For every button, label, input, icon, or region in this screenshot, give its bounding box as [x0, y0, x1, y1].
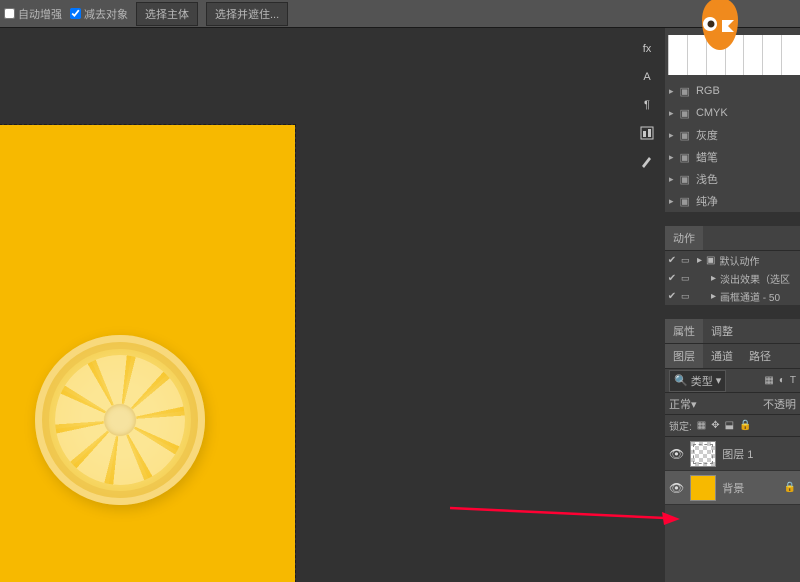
dialog-toggle-icon[interactable]: ▭: [681, 255, 693, 266]
folder-icon: ▣: [680, 195, 690, 208]
swatch-label: 纯净: [696, 193, 718, 209]
lock-position-icon[interactable]: ✥: [711, 420, 719, 431]
document-canvas[interactable]: [0, 125, 295, 582]
swatch-group-rgb[interactable]: ▸ ▣ RGB: [665, 80, 800, 102]
tab-channels[interactable]: 通道: [703, 344, 741, 368]
expand-icon: ▸: [669, 108, 674, 119]
folder-icon: ▣: [706, 255, 715, 266]
swatch-group-pastel[interactable]: ▸ ▣ 蜡笔: [665, 146, 800, 168]
action-label: 画框通道 - 50: [720, 289, 780, 304]
actions-list: ✔ ▭ ▸ ▣ 默认动作 ✔ ▭ ▸ 淡出效果（选区 ✔ ▭ ▸ 画框通道 - 50: [665, 251, 800, 305]
swatch-label: 蜡笔: [696, 149, 718, 165]
app-logo-overlay: [688, 0, 752, 62]
swatch-group-gray[interactable]: ▸ ▣ 灰度: [665, 124, 800, 146]
swatch-label: RGB: [696, 85, 720, 97]
lock-artboard-icon[interactable]: ⬓: [725, 420, 734, 431]
auto-enhance-checkbox[interactable]: 自动增强: [4, 6, 62, 22]
lock-pixels-icon[interactable]: ▦: [697, 420, 706, 431]
lock-all-icon[interactable]: 🔒: [739, 420, 751, 431]
actions-panel-tabs: 动作: [665, 226, 800, 251]
lemon-slice-image: [35, 335, 205, 505]
layer-name: 背景: [722, 480, 744, 496]
swatch-group-light[interactable]: ▸ ▣ 浅色: [665, 168, 800, 190]
swatch-group-cmyk[interactable]: ▸ ▣ CMYK: [665, 102, 800, 124]
filter-type-icon[interactable]: T: [790, 375, 796, 386]
paragraph-panel-icon[interactable]: ¶: [633, 92, 661, 118]
visibility-toggle-icon[interactable]: 👁: [669, 481, 684, 495]
folder-icon: ▣: [680, 107, 690, 120]
info-panel-icon[interactable]: [633, 120, 661, 146]
panel-dock-icons: fx A ¶: [633, 36, 663, 174]
layer-item-background[interactable]: 👁 背景 🔒: [665, 471, 800, 505]
folder-icon: ▣: [680, 151, 690, 164]
properties-panel-tabs: 属性 调整: [665, 319, 800, 344]
brush-panel-icon[interactable]: [633, 148, 661, 174]
folder-icon: ▣: [680, 173, 690, 186]
layer-thumbnail[interactable]: [690, 475, 716, 501]
swatch-label: 灰度: [696, 127, 718, 143]
folder-icon: ▣: [680, 129, 690, 142]
fx-icon[interactable]: fx: [633, 36, 661, 62]
chevron-down-icon: ▾: [691, 399, 697, 411]
expand-icon: ▸: [711, 291, 716, 302]
filter-image-icon[interactable]: ▦: [764, 375, 773, 386]
opacity-label: 不透明: [763, 396, 796, 412]
blend-mode-row: 正常▾ 不透明: [665, 393, 800, 415]
check-icon: ✔: [667, 255, 677, 266]
swatch-label: CMYK: [696, 107, 728, 119]
filter-adjustment-icon[interactable]: ◐: [779, 375, 785, 386]
action-label: 默认动作: [719, 253, 759, 268]
expand-icon: ▸: [711, 273, 716, 284]
right-panel-stack: ▸ ▣ RGB ▸ ▣ CMYK ▸ ▣ 灰度 ▸ ▣ 蜡笔 ▸ ▣ 浅色 ▸ ▣ 纯净 动作 ✔ ▭ ▸ ▣…: [665, 28, 800, 582]
expand-icon: ▸: [669, 174, 674, 185]
action-item-fade[interactable]: ✔ ▭ ▸ 淡出效果（选区: [665, 269, 800, 287]
action-item-default[interactable]: ✔ ▭ ▸ ▣ 默认动作: [665, 251, 800, 269]
lock-label: 锁定:: [669, 418, 692, 433]
layer-name: 图层 1: [722, 446, 753, 462]
dialog-toggle-icon[interactable]: ▭: [681, 273, 693, 284]
subtract-object-checkbox[interactable]: 减去对象: [70, 6, 128, 22]
options-bar: 自动增强 减去对象 选择主体 选择并遮住...: [0, 0, 800, 28]
expand-icon: ▸: [669, 86, 674, 97]
visibility-toggle-icon[interactable]: 👁: [669, 447, 684, 461]
select-and-mask-button[interactable]: 选择并遮住...: [206, 2, 288, 26]
tab-actions[interactable]: 动作: [665, 226, 703, 250]
expand-icon: ▸: [669, 152, 674, 163]
subtract-object-label: 减去对象: [84, 6, 128, 22]
select-subject-button[interactable]: 选择主体: [136, 2, 198, 26]
swatch-label: 浅色: [696, 171, 718, 187]
expand-icon: ▸: [669, 196, 674, 207]
tab-layers[interactable]: 图层: [665, 344, 703, 368]
auto-enhance-label: 自动增强: [18, 6, 62, 22]
check-icon: ✔: [667, 291, 677, 302]
lock-row: 锁定: ▦ ✥ ⬓ 🔒: [665, 415, 800, 437]
swatches-panel: ▸ ▣ RGB ▸ ▣ CMYK ▸ ▣ 灰度 ▸ ▣ 蜡笔 ▸ ▣ 浅色 ▸ ▣ 纯净: [665, 80, 800, 212]
text-panel-icon[interactable]: A: [633, 64, 661, 90]
folder-icon: ▣: [680, 85, 690, 98]
dialog-toggle-icon[interactable]: ▭: [681, 291, 693, 302]
action-label: 淡出效果（选区: [720, 271, 790, 286]
layer-filter-select[interactable]: 🔍类型▾: [669, 370, 726, 392]
lock-icon: 🔒: [784, 482, 796, 493]
blend-mode-select[interactable]: 正常▾: [669, 396, 757, 412]
canvas-area[interactable]: [0, 28, 627, 582]
tab-paths[interactable]: 路径: [741, 344, 779, 368]
expand-icon: ▸: [669, 130, 674, 141]
expand-icon: ▸: [697, 255, 702, 266]
layer-thumbnail[interactable]: [690, 441, 716, 467]
check-icon: ✔: [667, 273, 677, 284]
tab-properties[interactable]: 属性: [665, 319, 703, 343]
chevron-down-icon: ▾: [716, 374, 722, 387]
layer-item-layer1[interactable]: 👁 图层 1: [665, 437, 800, 471]
layers-panel-tabs: 图层 通道 路径: [665, 344, 800, 369]
action-item-frame[interactable]: ✔ ▭ ▸ 画框通道 - 50: [665, 287, 800, 305]
tab-adjustments[interactable]: 调整: [703, 319, 741, 343]
search-icon: 🔍: [674, 374, 688, 387]
swatch-group-pure[interactable]: ▸ ▣ 纯净: [665, 190, 800, 212]
layer-filter-bar: 🔍类型▾ ▦ ◐ T: [665, 369, 800, 393]
